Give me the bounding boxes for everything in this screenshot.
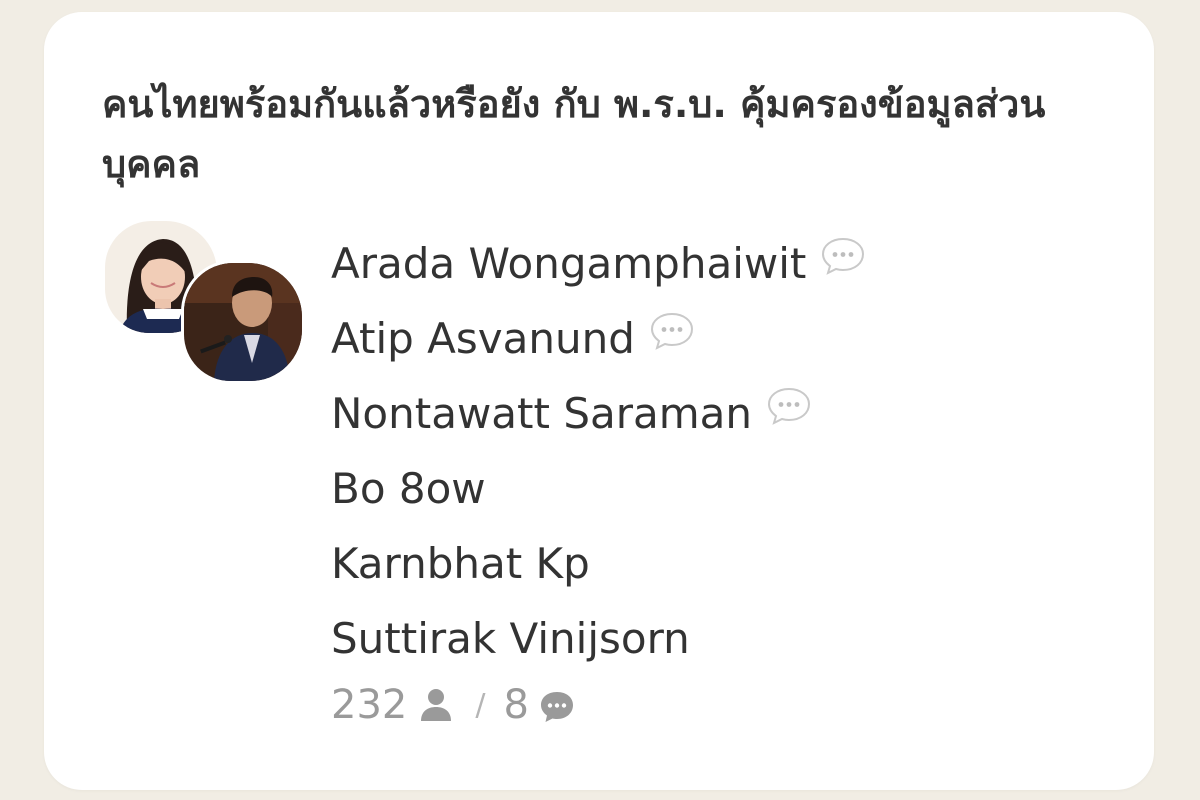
speaker-row[interactable]: Karnbhat Kp: [331, 526, 866, 601]
speaker-name: Karnbhat Kp: [331, 539, 590, 588]
speaker-name: Nontawatt Saraman: [331, 389, 752, 438]
speech-bubble-icon: [820, 235, 866, 277]
speaker-name: Arada Wongamphaiwit: [331, 239, 807, 288]
avatar-photo-2: [184, 263, 302, 381]
speaker-list: Arada Wongamphaiwit Atip Asvanund Nontaw…: [331, 226, 866, 676]
listener-count: 232: [331, 682, 408, 728]
speaker-name: Bo 8ow: [331, 464, 486, 513]
person-icon: [419, 687, 453, 723]
speaker-row[interactable]: Atip Asvanund: [331, 301, 866, 376]
speaker-name: Atip Asvanund: [331, 314, 635, 363]
speaker-row[interactable]: Arada Wongamphaiwit: [331, 226, 866, 301]
speaker-row[interactable]: Bo 8ow: [331, 451, 866, 526]
speech-bubble-icon: [649, 310, 695, 352]
speaker-count: 8: [503, 682, 529, 728]
chat-bubble-icon: [539, 688, 575, 722]
speaker-row[interactable]: Suttirak Vinijsorn: [331, 601, 866, 676]
room-card[interactable]: คนไทยพร้อมกันแล้วหรือยัง กับ พ.ร.บ. คุ้ม…: [44, 12, 1154, 790]
room-stats: 232 / 8: [331, 680, 575, 730]
speech-bubble-icon: [766, 385, 812, 427]
stats-separator: /: [475, 687, 486, 723]
speaker-name: Suttirak Vinijsorn: [331, 614, 690, 663]
speaker-row[interactable]: Nontawatt Saraman: [331, 376, 866, 451]
speaker-avatar-2[interactable]: [181, 260, 305, 384]
room-title: คนไทยพร้อมกันแล้วหรือยัง กับ พ.ร.บ. คุ้ม…: [102, 82, 1046, 186]
